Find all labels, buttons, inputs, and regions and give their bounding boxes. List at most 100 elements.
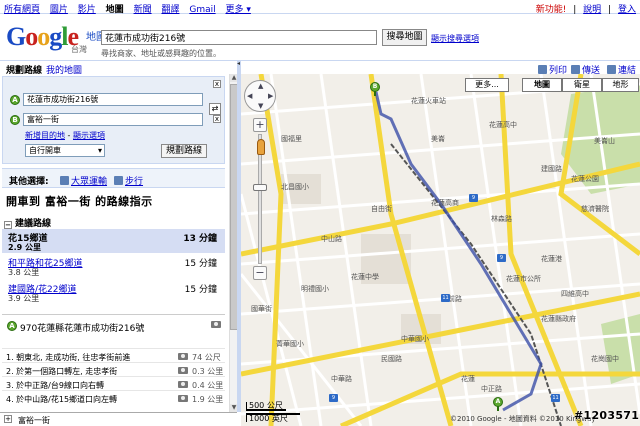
route-option[interactable]: 建國路/花22鄉道 3.9 公里 15 分鐘 xyxy=(2,281,225,303)
map-label: 中山路 xyxy=(321,235,342,243)
login-link[interactable]: 登入 xyxy=(618,5,636,15)
form-links: 新增目的地 - 顯示選項 xyxy=(25,131,105,140)
start-input[interactable]: 花蓮市成功街216號 xyxy=(23,93,203,106)
map-label: 明禮國小 xyxy=(301,285,329,293)
route-option-selected[interactable]: 花15鄉道 2.9 公里 13 分鐘 xyxy=(2,229,225,253)
nav-link-images[interactable]: 圖片 xyxy=(50,5,68,15)
direction-step[interactable]: 3. 於中正路/台9線口向右轉 0.4 公里 xyxy=(2,376,225,390)
start-address-row[interactable]: A 970花蓮縣花蓮市成功街216號 xyxy=(2,314,225,336)
sidebar-scrollbar[interactable]: ▲ ▼ xyxy=(229,74,238,412)
search-input[interactable] xyxy=(101,30,377,45)
show-options-link[interactable]: 顯示選項 xyxy=(73,131,105,140)
help-link[interactable]: 說明 xyxy=(583,5,601,15)
map-label: 花蓮高商 xyxy=(431,199,459,207)
walking-icon xyxy=(114,176,123,185)
zoom-out-button[interactable]: − xyxy=(253,266,267,280)
pan-left-icon[interactable]: ◀ xyxy=(247,93,252,100)
other-options: 其他選擇: 大眾運輸 步行 xyxy=(2,168,225,188)
swap-icon[interactable]: ⇄ xyxy=(209,103,221,115)
direction-step[interactable]: 1. 朝東北, 走成功街, 往忠孝街前進 74 公尺 xyxy=(2,348,225,362)
nav-link-web[interactable]: 所有網頁 xyxy=(4,5,40,15)
map-label: 花蓮火車站 xyxy=(411,97,446,105)
zoom-in-button[interactable]: + xyxy=(253,118,267,132)
close-icon[interactable]: x xyxy=(213,80,221,88)
map-label: 林森路 xyxy=(491,215,512,223)
street-view-pegman-icon[interactable] xyxy=(257,139,265,155)
account-links: 新功能! | 說明 | 登入 xyxy=(535,5,636,15)
map-label: 中華路 xyxy=(331,375,352,383)
destination-summary-bar[interactable]: + 富裕一街 xyxy=(0,412,237,426)
direction-step[interactable]: 4. 於中山路/花15鄉道口向左轉 1.9 公里 xyxy=(2,390,225,404)
zoom-slider-thumb[interactable] xyxy=(253,184,267,191)
map-label: 民國路 xyxy=(381,355,402,363)
logo-region-label: 台灣 xyxy=(71,45,87,54)
map-label: 國華街 xyxy=(251,305,272,313)
highway-shield-icon: 9 xyxy=(469,194,478,202)
pan-down-icon[interactable]: ▼ xyxy=(258,103,263,110)
map-type-terrain-button[interactable]: 地形 xyxy=(602,78,639,92)
pan-control[interactable]: ▲ ◀ ▶ ▼ xyxy=(244,80,276,112)
directions-title: 開車到 富裕一街 的路線指示 xyxy=(6,195,153,208)
map-label: 花蓮高中 xyxy=(489,121,517,129)
collapse-icon[interactable]: − xyxy=(4,221,12,229)
get-directions-button[interactable]: 規劃路線 xyxy=(161,144,207,158)
street-view-icon[interactable] xyxy=(178,367,188,374)
transit-option[interactable]: 大眾運輸 xyxy=(60,174,107,187)
map-label: 花蓮縣政府 xyxy=(541,315,576,323)
pan-right-icon[interactable]: ▶ xyxy=(268,93,273,100)
start-marker-icon: A xyxy=(10,95,20,105)
nav-link-maps[interactable]: 地圖 xyxy=(106,5,124,15)
street-view-icon[interactable] xyxy=(178,353,188,360)
search-maps-button[interactable]: 搜尋地圖 xyxy=(382,29,427,46)
map-label: 花蓮 xyxy=(461,375,475,383)
nav-link-translate[interactable]: 翻譯 xyxy=(161,5,179,15)
panel-tabs: 規劃路線 我的地圖 xyxy=(0,60,237,76)
destination-pin-icon[interactable]: B xyxy=(370,82,380,96)
street-view-icon[interactable] xyxy=(211,321,221,328)
map-label: 中正路 xyxy=(481,385,502,393)
highway-shield-icon: 9 xyxy=(329,394,338,402)
add-destination-link[interactable]: 新增目的地 xyxy=(25,131,65,140)
highway-shield-icon: 11 xyxy=(441,294,450,302)
map-type-satellite-button[interactable]: 衛星 xyxy=(562,78,602,92)
map-label: 菁華國小 xyxy=(276,340,304,348)
new-features-link[interactable]: 新功能! xyxy=(536,5,567,15)
chevron-down-icon: ▾ xyxy=(97,146,102,155)
nav-link-news[interactable]: 新聞 xyxy=(134,5,152,15)
search-hint: 尋找商家、地址或感興趣的位置。 xyxy=(101,49,221,58)
map-label: 四維高中 xyxy=(561,290,589,298)
remove-destination-icon[interactable]: x xyxy=(213,115,221,123)
map-type-more-button[interactable]: 更多... xyxy=(465,78,509,92)
map-label: 慈濟醫院 xyxy=(581,205,609,213)
street-view-icon[interactable] xyxy=(178,381,188,388)
bus-icon xyxy=(60,176,69,185)
printer-icon xyxy=(538,65,547,74)
route-option[interactable]: 和平路和花25鄉道 3.8 公里 15 分鐘 xyxy=(2,255,225,277)
start-marker-icon: A xyxy=(7,321,17,331)
nav-link-more[interactable]: 更多 ▾ xyxy=(225,5,250,15)
expand-icon[interactable]: + xyxy=(4,415,12,423)
map-label: 國福里 xyxy=(281,135,302,143)
map-label: 美崙山 xyxy=(594,137,615,145)
nav-link-gmail[interactable]: Gmail xyxy=(189,5,215,15)
map-label: 北昌國小 xyxy=(281,183,309,191)
map-label: 建國路 xyxy=(541,165,562,173)
map-label: 中華國小 xyxy=(401,335,429,343)
highway-shield-icon: 9 xyxy=(497,254,506,262)
direction-step[interactable]: 2. 於第一個路口轉左, 走忠孝街 0.3 公里 xyxy=(2,362,225,376)
end-input[interactable]: 富裕一街 xyxy=(23,113,203,126)
search-options-link[interactable]: 顯示搜尋選項 xyxy=(431,33,479,44)
map-type-map-button[interactable]: 地圖 xyxy=(522,78,562,92)
walking-option[interactable]: 步行 xyxy=(114,174,143,187)
travel-mode-select[interactable]: 自行開車 ▾ xyxy=(25,144,105,157)
street-view-icon[interactable] xyxy=(178,395,188,402)
start-pin-icon[interactable]: A xyxy=(493,397,503,411)
map-label: 自由街 xyxy=(371,205,392,213)
map-toolbar: 列印 傳送 連結 xyxy=(241,60,640,76)
highway-shield-icon: 11 xyxy=(551,394,560,402)
map-canvas[interactable]: 花蓮火車站 花蓮高商 花蓮高中 北昌國小 花蓮中學 花蓮市公所 花蓮港 慈濟醫院… xyxy=(241,74,640,426)
google-logo[interactable]: Google xyxy=(6,22,79,52)
nav-link-videos[interactable]: 影片 xyxy=(78,5,96,15)
pan-up-icon[interactable]: ▲ xyxy=(258,83,263,90)
watermark: #1203571 xyxy=(574,409,640,422)
